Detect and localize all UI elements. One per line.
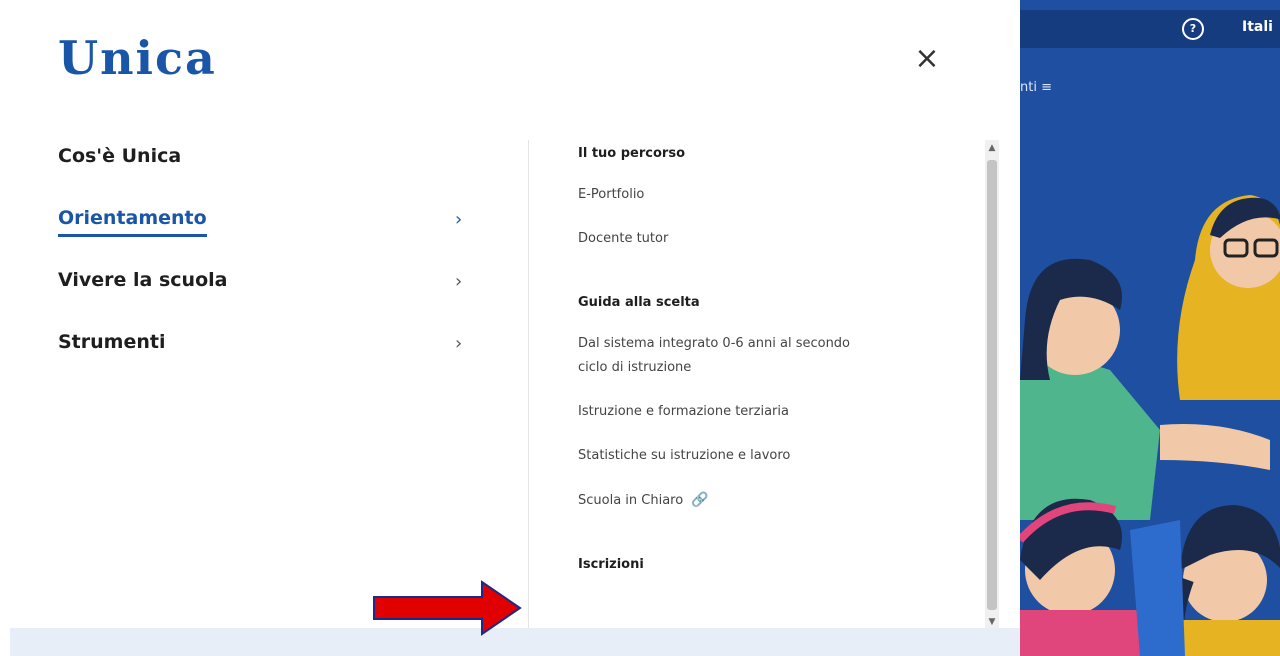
chevron-right-icon: › bbox=[455, 333, 463, 354]
submenu-heading-guida-alla-scelta: Guida alla scelta bbox=[578, 295, 700, 310]
main-nav: Cos'è Unica Orientamento › Vivere la scu… bbox=[58, 135, 478, 383]
submenu-link-label: Scuola in Chiaro bbox=[578, 493, 684, 508]
red-arrow-annotation-icon bbox=[373, 580, 522, 636]
submenu-link-istruzione-terziaria[interactable]: Istruzione e formazione terziaria bbox=[578, 400, 958, 424]
scroll-up-arrow-icon[interactable]: ▲ bbox=[985, 140, 999, 156]
site-nav-fragment[interactable]: nti ≡ bbox=[1020, 80, 1052, 95]
submenu-heading-il-tuo-percorso: Il tuo percorso bbox=[578, 146, 685, 161]
submenu-link-statistiche[interactable]: Statistiche su istruzione e lavoro bbox=[578, 444, 958, 468]
nav-item-label: Vivere la scuola bbox=[58, 269, 228, 291]
submenu-link-sistema-integrato[interactable]: Dal sistema integrato 0-6 anni al second… bbox=[578, 332, 878, 380]
unica-logo[interactable]: Unica bbox=[58, 28, 217, 88]
language-selector[interactable]: Itali bbox=[1242, 19, 1273, 35]
scrollbar-thumb[interactable] bbox=[987, 160, 997, 610]
submenu-heading-iscrizioni[interactable]: Iscrizioni bbox=[578, 549, 958, 572]
external-link-icon: 🔗 bbox=[691, 492, 709, 508]
submenu-orientamento: Il tuo percorso E-Portfolio Docente tuto… bbox=[578, 138, 958, 594]
help-icon[interactable]: ? bbox=[1182, 18, 1204, 40]
chevron-right-icon: › bbox=[455, 271, 463, 292]
nav-item-vivere-la-scuola[interactable]: Vivere la scuola › bbox=[58, 259, 478, 321]
column-divider bbox=[528, 140, 529, 640]
people-illustration bbox=[1020, 195, 1280, 656]
navigation-menu-panel: Unica × Cos'è Unica Orientamento › Viver… bbox=[0, 0, 1020, 656]
nav-item-strumenti[interactable]: Strumenti › bbox=[58, 321, 478, 383]
site-top-bar: ? Itali bbox=[1020, 10, 1280, 48]
close-menu-button[interactable]: × bbox=[910, 42, 944, 76]
nav-item-label: Strumenti bbox=[58, 331, 166, 353]
close-icon: × bbox=[914, 41, 940, 76]
nav-item-label: Orientamento bbox=[58, 197, 207, 237]
nav-item-orientamento[interactable]: Orientamento › bbox=[58, 197, 478, 259]
submenu-link-scuola-in-chiaro[interactable]: Scuola in Chiaro 🔗 bbox=[578, 488, 958, 513]
site-background: ? Itali nti ≡ bbox=[1020, 0, 1280, 656]
submenu-link-docente-tutor[interactable]: Docente tutor bbox=[578, 227, 958, 251]
submenu-scrollbar[interactable]: ▲ ▼ bbox=[985, 140, 999, 630]
submenu-link-e-portfolio[interactable]: E-Portfolio bbox=[578, 183, 958, 207]
nav-item-cos-e-unica[interactable]: Cos'è Unica bbox=[58, 135, 478, 197]
chevron-right-icon: › bbox=[455, 209, 463, 230]
nav-item-label: Cos'è Unica bbox=[58, 145, 182, 167]
